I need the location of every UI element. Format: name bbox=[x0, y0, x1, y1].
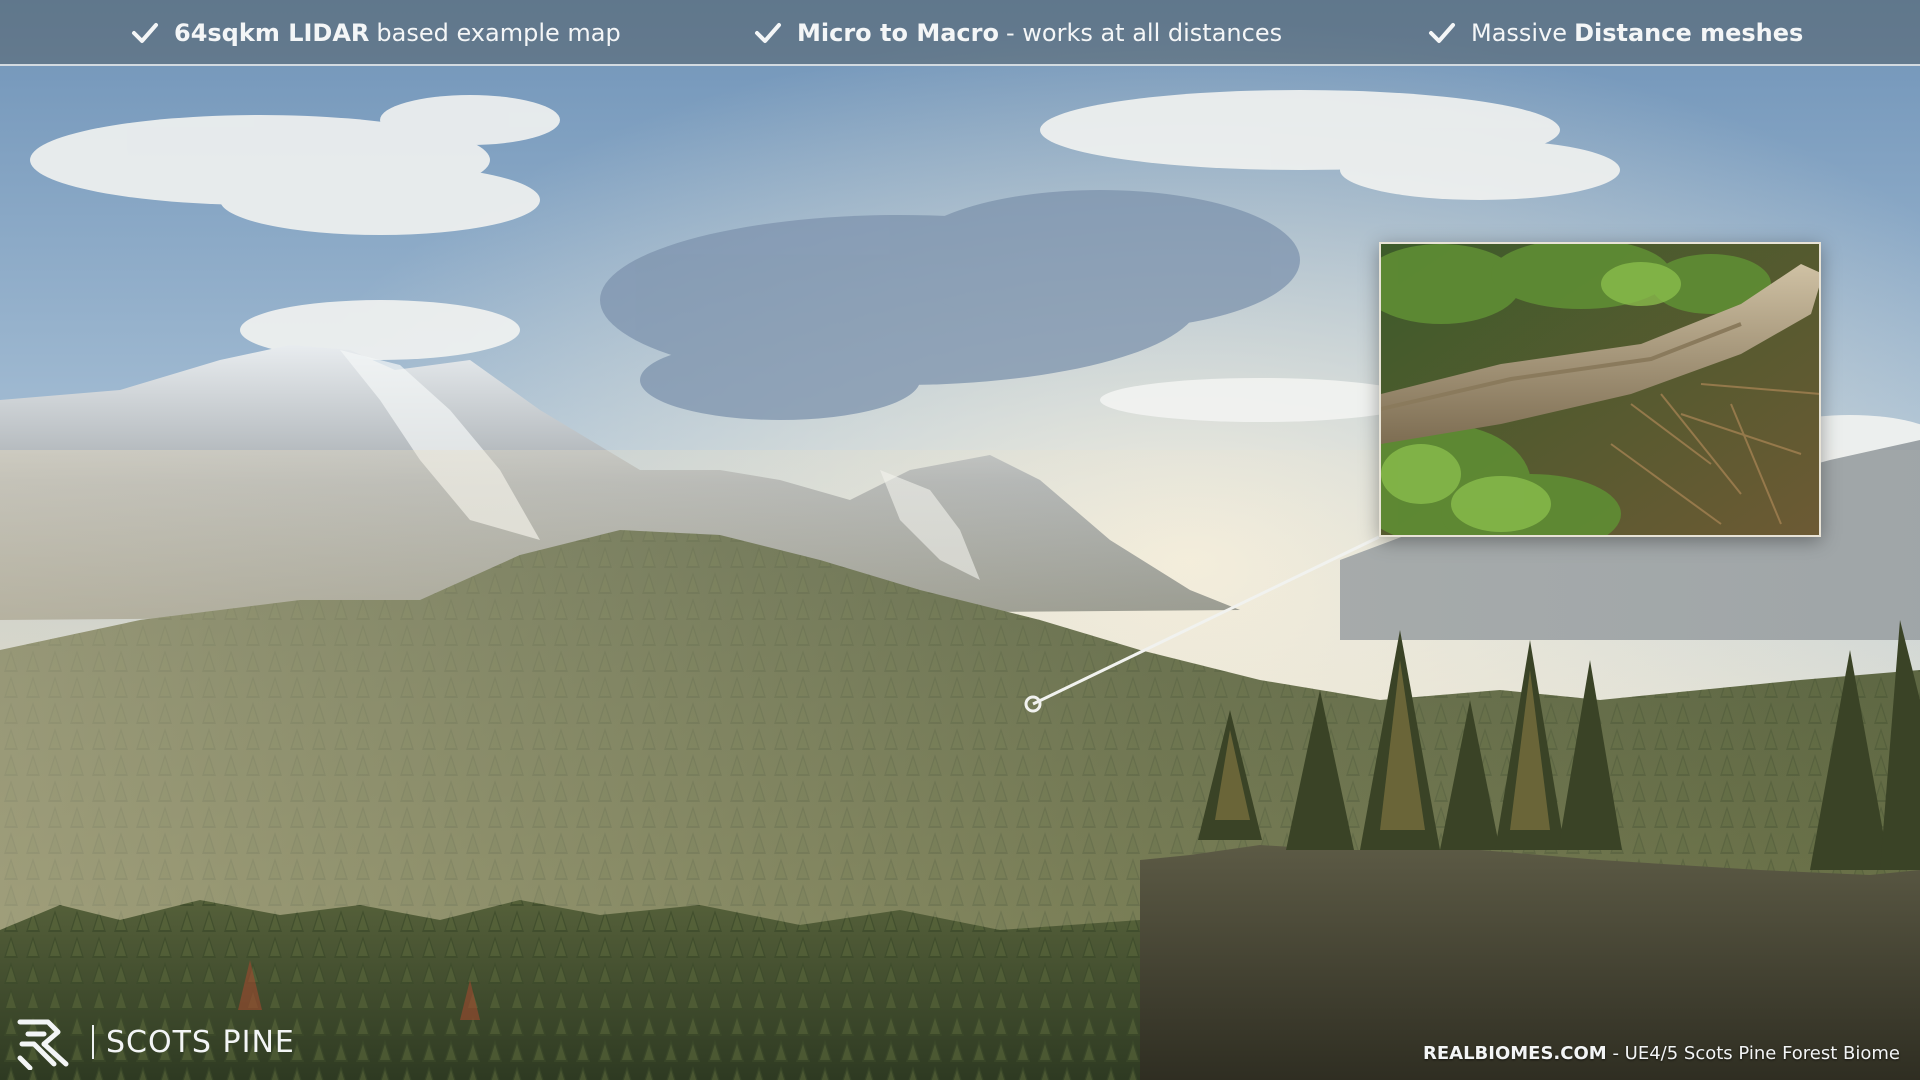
product-name: UE4/5 Scots Pine Forest Biome bbox=[1624, 1043, 1900, 1064]
feature-text: Massive bbox=[1471, 19, 1568, 47]
feature-bar: 64sqkm LIDAR based example map Micro to … bbox=[0, 0, 1920, 66]
footer-separator: - bbox=[1612, 1043, 1619, 1064]
checkmark-icon bbox=[755, 23, 781, 43]
brand-divider bbox=[92, 1025, 94, 1059]
feature-bold-text: Micro to Macro bbox=[797, 19, 999, 47]
feature-text: based example map bbox=[376, 19, 621, 47]
feature-item-distance-meshes: Massive Distance meshes bbox=[1427, 0, 1803, 66]
brand-lockup: SCOTS PINE bbox=[14, 1012, 295, 1072]
landscape-scene bbox=[0, 0, 1920, 1080]
micro-detail-inset bbox=[1379, 242, 1821, 537]
feature-text: - works at all distances bbox=[1005, 19, 1283, 47]
landscape-render bbox=[0, 0, 1920, 1080]
realbiomes-logo-icon bbox=[17, 1019, 69, 1070]
checkmark-icon bbox=[1429, 23, 1455, 43]
feature-bold-text: Distance meshes bbox=[1574, 19, 1804, 47]
feature-item-lidar-map: 64sqkm LIDAR based example map bbox=[130, 0, 621, 66]
feature-bold-text: 64sqkm LIDAR bbox=[174, 19, 370, 47]
feature-item-micro-to-macro: Micro to Macro - works at all distances bbox=[753, 0, 1282, 66]
forest-floor-closeup bbox=[1381, 244, 1819, 535]
website-link[interactable]: REALBIOMES.COM bbox=[1423, 1043, 1607, 1064]
checkmark-icon bbox=[132, 23, 158, 43]
footer-credit: REALBIOMES.COM - UE4/5 Scots Pine Forest… bbox=[1423, 1043, 1900, 1064]
brand-name: SCOTS PINE bbox=[106, 1024, 295, 1060]
